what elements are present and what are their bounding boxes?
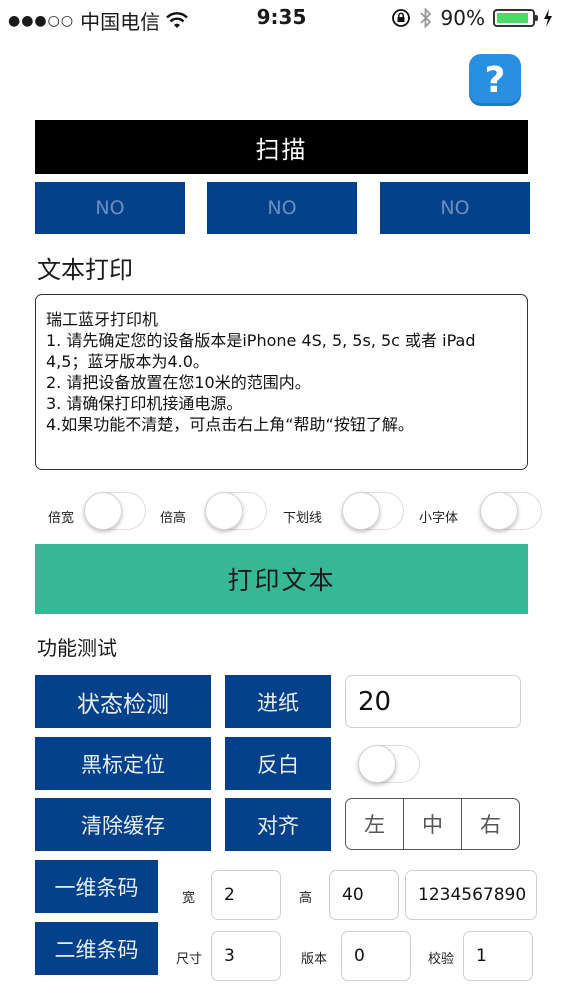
qrcode-size-label: 尺寸 (176, 952, 203, 967)
bluetooth-icon (419, 7, 431, 29)
barcode-height-label: 高 (299, 891, 313, 906)
function-test-title: 功能测试 (37, 636, 117, 660)
qrcode-button[interactable]: 二维条码 (35, 922, 158, 975)
toggle-knob (84, 492, 122, 530)
help-button[interactable]: ? (469, 54, 521, 106)
battery-icon (493, 9, 538, 27)
align-segmented-control[interactable]: 左 中 右 (345, 798, 520, 850)
invert-toggle[interactable] (358, 745, 420, 783)
charging-icon (544, 9, 552, 27)
device-slot-3[interactable]: NO (380, 182, 530, 234)
align-left-option[interactable]: 左 (346, 799, 404, 849)
qrcode-version-label: 版本 (301, 952, 328, 967)
qrcode-ecc-input[interactable]: 1 (463, 931, 533, 981)
invert-button[interactable]: 反白 (225, 737, 331, 790)
clear-buffer-button[interactable]: 清除缓存 (35, 798, 211, 851)
barcode-data-input[interactable]: 1234567890 (405, 870, 537, 920)
double-height-label: 倍高 (160, 511, 187, 526)
toggle-knob (205, 492, 243, 530)
barcode-width-input[interactable]: 2 (211, 870, 281, 920)
underline-toggle[interactable] (342, 492, 404, 530)
small-font-toggle[interactable] (480, 492, 542, 530)
battery-percent: 90% (440, 6, 485, 30)
barcode-button[interactable]: 一维条码 (35, 860, 158, 913)
double-width-toggle[interactable] (84, 492, 146, 530)
toggle-knob (342, 492, 380, 530)
double-height-toggle[interactable] (205, 492, 267, 530)
double-width-label: 倍宽 (48, 511, 75, 526)
align-center-option[interactable]: 中 (404, 799, 462, 849)
print-text-button[interactable]: 打印文本 (35, 544, 528, 614)
underline-label: 下划线 (283, 511, 323, 526)
align-right-option[interactable]: 右 (462, 799, 519, 849)
black-mark-button[interactable]: 黑标定位 (35, 737, 211, 790)
status-bar: ●●●○○ 中国电信 9:35 90% (0, 0, 563, 38)
toggle-knob (480, 492, 518, 530)
scan-button[interactable]: 扫描 (35, 120, 528, 174)
rotation-lock-icon (391, 9, 410, 27)
battery-fill (497, 13, 528, 23)
status-right: 90% (391, 6, 553, 30)
feed-lines-input[interactable]: 20 (345, 675, 521, 728)
qrcode-size-input[interactable]: 3 (211, 931, 281, 981)
feed-button[interactable]: 进纸 (225, 675, 331, 728)
barcode-height-input[interactable]: 40 (329, 870, 399, 920)
device-slot-1[interactable]: NO (35, 182, 185, 234)
small-font-label: 小字体 (419, 511, 459, 526)
device-slot-2[interactable]: NO (207, 182, 357, 234)
toggle-knob (358, 745, 396, 783)
align-button[interactable]: 对齐 (225, 798, 331, 851)
barcode-width-label: 宽 (182, 891, 196, 906)
qrcode-ecc-label: 校验 (428, 952, 455, 967)
print-text-area[interactable]: 瑞工蓝牙打印机 1. 请先确定您的设备版本是iPhone 4S, 5, 5s, … (35, 294, 528, 470)
qrcode-version-input[interactable]: 0 (341, 931, 411, 981)
status-check-button[interactable]: 状态检测 (35, 675, 211, 728)
text-print-title: 文本打印 (37, 256, 133, 284)
